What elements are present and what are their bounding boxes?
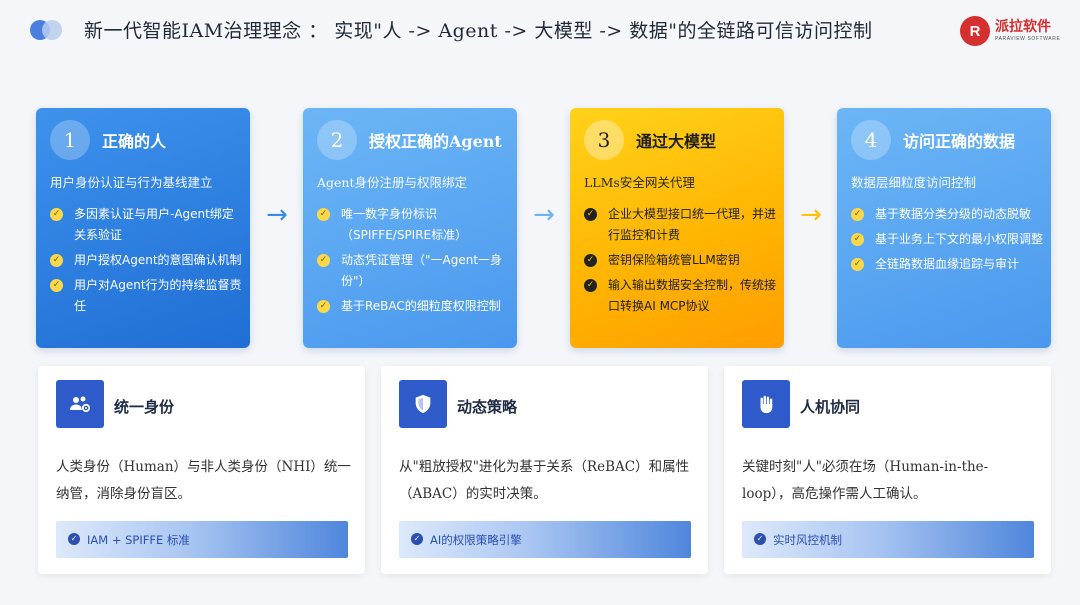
feature-badge: ✓ IAM + SPIFFE 标准 — [56, 521, 348, 558]
list-item: ✓ 企业大模型接口统一代理，并进行监控和计费 — [584, 204, 776, 246]
list-item: ✓ 全链路数据血缘追踪与审计 — [851, 254, 1043, 275]
check-icon: ✓ — [851, 233, 864, 246]
feature-badge: ✓ AI的权限策略引擎 — [399, 521, 691, 558]
step-title: 通过大模型 — [636, 132, 717, 151]
step-subtitle: 用户身份认证与行为基线建立 — [50, 175, 213, 190]
feature-title: 人机协同 — [800, 398, 861, 416]
step-list: ✓ 唯一数字身份标识（SPIFFE/SPIRE标准） ✓ 动态凭证管理（"一Agen… — [317, 204, 509, 321]
shield-icon — [399, 380, 447, 428]
feature-title: 动态策略 — [457, 398, 518, 416]
check-icon: ✓ — [317, 254, 330, 267]
feature-card-dynamic-policy: 动态策略 从"粗放授权"进化为基于关系（ReBAC）和属性（ABAC）的实时决策… — [381, 366, 708, 574]
arrow-right-icon: → — [266, 200, 288, 230]
logo-subtext: PARAVIEW SOFTWARE — [995, 36, 1061, 42]
check-icon: ✓ — [851, 208, 864, 221]
step-subtitle: Agent身份注册与权限绑定 — [317, 175, 468, 190]
feature-card-unified-identity: 统一身份 人类身份（Human）与非人类身份（NHI）统一纳管，消除身份盲区。 … — [38, 366, 365, 574]
list-item: ✓ 基于数据分类分级的动态脱敏 — [851, 204, 1043, 225]
decorative-dots-icon — [30, 20, 68, 40]
step-list: ✓ 基于数据分类分级的动态脱敏 ✓ 基于业务上下文的最小权限调整 ✓ 全链路数据血缘追… — [851, 204, 1043, 279]
step-title: 正确的人 — [102, 132, 167, 151]
badge-label: IAM + SPIFFE 标准 — [87, 533, 190, 547]
arrow-right-icon: → — [800, 200, 822, 230]
feature-description: 从"粗放授权"进化为基于关系（ReBAC）和属性（ABAC）的实时决策。 — [399, 459, 690, 502]
feature-card-human-machine: 人机协同 关键时刻"人"必须在场（Human-in-the-loop），高危操作… — [724, 366, 1051, 574]
feature-description: 关键时刻"人"必须在场（Human-in-the-loop），高危操作需人工确认… — [742, 459, 989, 502]
page-title: 新一代智能IAM治理理念 ： 实现"人 -> Agent -> 大模型 -> 数… — [84, 20, 873, 42]
step-title: 访问正确的数据 — [903, 132, 1016, 151]
step-number: 4 — [851, 120, 891, 160]
feature-badge: ✓ 实时风控机制 — [742, 521, 1034, 558]
step-list: ✓ 企业大模型接口统一代理，并进行监控和计费 ✓ 密钥保险箱统管LLM密钥 ✓ 输入输… — [584, 204, 776, 321]
step-title: 授权正确的Agent — [369, 132, 502, 151]
step-list: ✓ 多因素认证与用户-Agent绑定关系验证 ✓ 用户授权Agent的意图确认机制 … — [50, 204, 242, 321]
step-card-1: 1 正确的人 用户身份认证与行为基线建立 ✓ 多因素认证与用户-Agent绑定关系… — [36, 108, 250, 348]
step-subtitle: LLMs安全网关代理 — [584, 175, 695, 190]
step-card-4: 4 访问正确的数据 数据层细粒度访问控制 ✓ 基于数据分类分级的动态脱敏 ✓ 基于业… — [837, 108, 1051, 348]
check-icon: ✓ — [754, 533, 766, 545]
list-item: ✓ 输入输出数据安全控制，传统接口转换AI MCP协议 — [584, 275, 776, 317]
list-item: ✓ 用户对Agent行为的持续监督责任 — [50, 275, 242, 317]
feature-description: 人类身份（Human）与非人类身份（NHI）统一纳管，消除身份盲区。 — [56, 459, 351, 502]
list-item: ✓ 密钥保险箱统管LLM密钥 — [584, 250, 776, 271]
list-item: ✓ 动态凭证管理（"一Agent一身份"） — [317, 250, 509, 292]
list-item: ✓ 用户授权Agent的意图确认机制 — [50, 250, 242, 271]
check-icon: ✓ — [584, 279, 597, 292]
badge-label: 实时风控机制 — [773, 533, 842, 547]
check-icon: ✓ — [584, 208, 597, 221]
list-item: ✓ 基于业务上下文的最小权限调整 — [851, 229, 1043, 250]
arrow-right-icon: → — [533, 200, 555, 230]
list-item: ✓ 多因素认证与用户-Agent绑定关系验证 — [50, 204, 242, 246]
step-number: 2 — [317, 120, 357, 160]
check-icon: ✓ — [50, 254, 63, 267]
check-icon: ✓ — [411, 533, 423, 545]
users-gear-icon — [56, 380, 104, 428]
hand-icon — [742, 380, 790, 428]
check-icon: ✓ — [317, 300, 330, 313]
feature-title: 统一身份 — [114, 398, 175, 416]
company-logo: R 派拉软件 PARAVIEW SOFTWARE — [960, 16, 1060, 48]
check-icon: ✓ — [317, 208, 330, 221]
step-subtitle: 数据层细粒度访问控制 — [851, 175, 977, 190]
header: 新一代智能IAM治理理念 ： 实现"人 -> Agent -> 大模型 -> 数… — [0, 0, 1080, 62]
list-item: ✓ 唯一数字身份标识（SPIFFE/SPIRE标准） — [317, 204, 509, 246]
step-card-3: 3 通过大模型 LLMs安全网关代理 ✓ 企业大模型接口统一代理，并进行监控和计费… — [570, 108, 784, 348]
step-card-2: 2 授权正确的Agent Agent身份注册与权限绑定 ✓ 唯一数字身份标识（SP… — [303, 108, 517, 348]
step-number: 1 — [50, 120, 90, 160]
logo-text: 派拉软件 — [995, 19, 1051, 35]
step-number: 3 — [584, 120, 624, 160]
logo-mark-icon: R — [960, 16, 990, 46]
check-icon: ✓ — [50, 279, 63, 292]
list-item: ✓ 基于ReBAC的细粒度权限控制 — [317, 296, 509, 317]
badge-label: AI的权限策略引擎 — [430, 533, 522, 547]
check-icon: ✓ — [50, 208, 63, 221]
check-icon: ✓ — [584, 254, 597, 267]
check-icon: ✓ — [851, 258, 864, 271]
check-icon: ✓ — [68, 533, 80, 545]
